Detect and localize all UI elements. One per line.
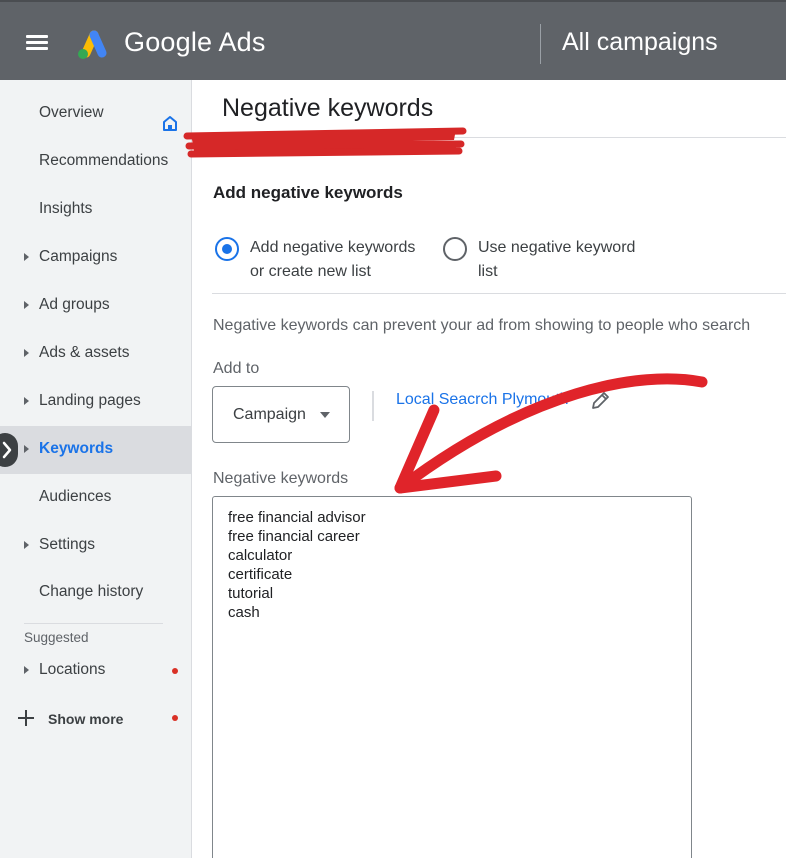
top-app-bar: Google Ads All campaigns xyxy=(0,0,786,80)
sidebar-item-landing-pages[interactable]: Landing pages xyxy=(0,378,192,426)
radio-label-use-negative-keyword-list[interactable]: Use negative keyword list xyxy=(478,236,635,284)
sidebar-item-label: Ads & assets xyxy=(39,344,130,361)
notification-dot xyxy=(172,668,178,674)
main-content: Negative keywords Add negative keywords … xyxy=(183,80,786,858)
radio-add-negative-keywords[interactable] xyxy=(215,237,239,261)
sidebar-item-overview[interactable]: Overview xyxy=(0,90,192,138)
sidebar-item-change-history[interactable]: Change history xyxy=(0,569,192,617)
page-title: Negative keywords xyxy=(222,94,434,122)
add-to-dropdown[interactable]: Campaign xyxy=(212,386,350,443)
expand-caret-icon xyxy=(24,445,29,453)
expand-caret-icon xyxy=(24,253,29,261)
sidebar-item-label: Locations xyxy=(39,661,106,678)
sidebar-item-keywords[interactable]: Keywords xyxy=(0,426,192,474)
edit-pencil-icon[interactable] xyxy=(589,390,611,412)
home-icon xyxy=(163,116,177,131)
radio-use-negative-keyword-list[interactable] xyxy=(443,237,467,261)
sidebar-item-settings[interactable]: Settings xyxy=(0,522,192,570)
sidebar-item-label: Landing pages xyxy=(39,392,141,409)
account-scope-title[interactable]: All campaigns xyxy=(562,28,718,57)
sidebar-item-campaigns[interactable]: Campaigns xyxy=(0,234,192,282)
sidebar-item-label: Settings xyxy=(39,536,96,553)
vertical-divider xyxy=(372,391,374,421)
section-title: Add negative keywords xyxy=(213,183,403,202)
negative-keywords-label: Negative keywords xyxy=(213,470,349,487)
dropdown-value: Campaign xyxy=(233,406,306,423)
keyword-line: free financial advisor xyxy=(228,509,366,526)
keyword-line: certificate xyxy=(228,566,293,583)
sidebar-item-label: Insights xyxy=(39,200,93,217)
radio-label-add-negative-keywords[interactable]: Add negative keywords or create new list xyxy=(250,236,415,284)
sidebar-nav: Overview Recommendations Insights Campai… xyxy=(0,80,192,858)
sidebar-item-label: Overview xyxy=(39,104,104,121)
sidebar-item-recommendations[interactable]: Recommendations xyxy=(0,138,192,186)
add-to-label: Add to xyxy=(213,360,260,377)
sidebar-item-insights[interactable]: Insights xyxy=(0,186,192,234)
google-ads-logo xyxy=(78,30,107,59)
sidebar-item-label: Recommendations xyxy=(39,152,169,169)
sidebar-item-label: Audiences xyxy=(39,488,112,505)
sidebar-item-label: Campaigns xyxy=(39,248,118,265)
sidebar-item-locations[interactable]: Locations xyxy=(0,647,192,695)
sidebar-section-suggested: Suggested xyxy=(24,630,89,645)
hamburger-menu-icon[interactable] xyxy=(26,35,50,53)
sidebar-item-audiences[interactable]: Audiences xyxy=(0,474,192,522)
sidebar-item-label: Keywords xyxy=(39,440,114,457)
options-divider xyxy=(212,293,786,294)
header-divider xyxy=(540,24,541,64)
app-root: Google Ads All campaigns Overview Recomm… xyxy=(0,0,786,858)
show-more-button[interactable]: Show more xyxy=(48,711,123,727)
dropdown-arrow-icon xyxy=(320,412,330,418)
keyword-line: cash xyxy=(228,604,260,621)
expand-caret-icon xyxy=(24,666,29,674)
active-chevron-icon xyxy=(0,433,18,467)
description-text: Negative keywords can prevent your ad fr… xyxy=(213,317,751,334)
keyword-line: tutorial xyxy=(228,585,274,602)
expand-caret-icon xyxy=(24,349,29,357)
keyword-line: calculator xyxy=(228,547,293,564)
expand-caret-icon xyxy=(24,397,29,405)
sidebar-item-ad-groups[interactable]: Ad groups xyxy=(0,282,192,330)
sidebar-item-ads-assets[interactable]: Ads & assets xyxy=(0,330,192,378)
brand-name: Google Ads xyxy=(124,27,266,57)
plus-icon[interactable] xyxy=(17,709,35,727)
notification-dot xyxy=(172,715,178,721)
sidebar-item-label: Ad groups xyxy=(39,296,110,313)
expand-caret-icon xyxy=(24,301,29,309)
keyword-line: free financial career xyxy=(228,528,360,545)
sidebar-divider xyxy=(24,623,163,624)
sidebar-item-label: Change history xyxy=(39,583,144,600)
campaign-link[interactable]: Local Seacrch Plymouth xyxy=(396,391,569,409)
redaction-scribble xyxy=(183,127,467,158)
negative-keywords-textarea[interactable]: free financial advisor free financial ca… xyxy=(212,496,692,858)
expand-caret-icon xyxy=(24,541,29,549)
